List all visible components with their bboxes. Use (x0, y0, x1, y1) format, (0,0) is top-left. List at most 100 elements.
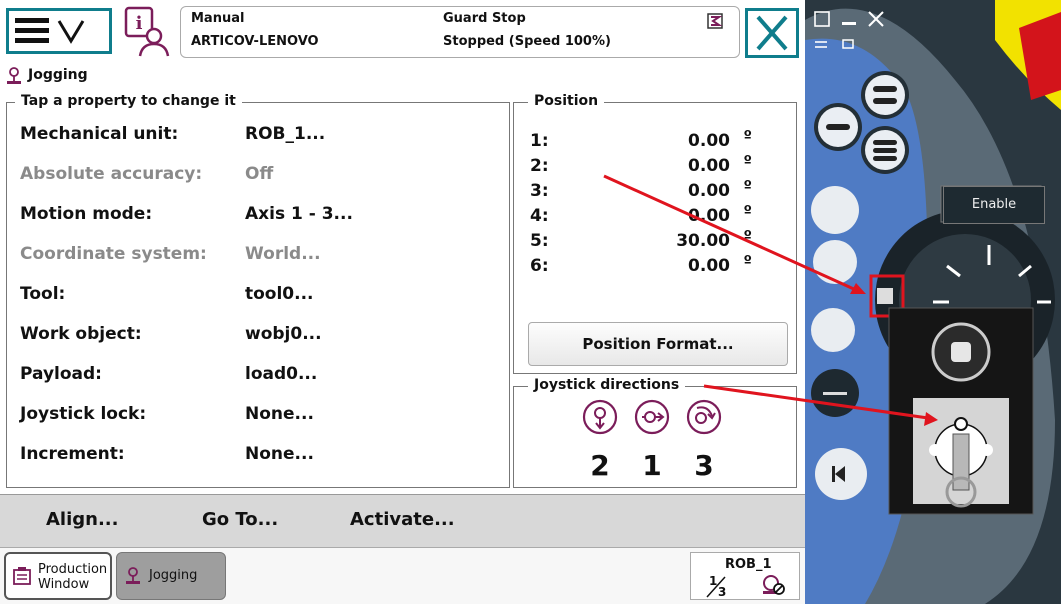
task-production-window[interactable]: Production Window (4, 552, 112, 600)
degree-unit: º (743, 252, 752, 270)
degree-unit: º (743, 177, 752, 195)
task-bar: Production Window Jogging ROB_1 1 3 (0, 547, 805, 604)
degree-unit: º (743, 152, 752, 170)
axis-value: 0.00 (688, 181, 730, 201)
close-icon (756, 15, 788, 51)
header-bar: i Manual ARTICOV-LENOVO Guard Stop Stopp… (0, 0, 805, 65)
event-log-icon[interactable]: i (124, 6, 172, 58)
axis-value: 0.00 (688, 156, 730, 176)
property-value: World... (245, 244, 321, 264)
property-value: Off (245, 164, 274, 184)
axis-position-row: 1: 0.00 º (530, 127, 770, 155)
task-label: Jogging (149, 568, 198, 583)
increment-none-icon (763, 575, 785, 595)
axis-position-row: 6: 0.00 º (530, 252, 770, 280)
degree-unit: º (743, 227, 752, 245)
flexpendant-screen: i Manual ARTICOV-LENOVO Guard Stop Stopp… (0, 0, 805, 604)
jogging-icon (7, 67, 21, 84)
align-button[interactable]: Align... (46, 509, 118, 530)
property-label: Tool: (20, 284, 66, 304)
property-tool[interactable]: Tool: tool0... (10, 280, 490, 310)
property-payload[interactable]: Payload: load0... (10, 360, 490, 390)
axis-group-fraction-icon: 1 3 (706, 574, 726, 599)
axis-position-row: 5: 30.00 º (530, 227, 770, 255)
axis-number: 4: (530, 206, 549, 226)
property-label: Absolute accuracy: (20, 164, 203, 184)
joystick-axis-label: 2 (590, 449, 610, 482)
axis-number: 6: (530, 256, 549, 276)
operating-mode: Manual (191, 11, 245, 26)
speed-icon (707, 13, 723, 29)
position-group-title: Position (528, 93, 605, 109)
position-group: Position 1: 0.00 º 2: 0.00 º 3: 0.00 º 4… (513, 93, 797, 374)
property-value: None... (245, 444, 314, 464)
property-value: None... (245, 404, 314, 424)
abb-menu-button[interactable] (6, 8, 112, 54)
activate-button[interactable]: Activate... (350, 509, 455, 530)
property-label: Increment: (20, 444, 125, 464)
property-label: Joystick lock: (20, 404, 147, 424)
joystick-axis-label: 3 (694, 449, 714, 482)
axis-value: 0.00 (688, 206, 730, 226)
menu-icon (15, 18, 85, 44)
property-label: Coordinate system: (20, 244, 207, 264)
degree-unit: º (743, 202, 752, 220)
axis-position-row: 2: 0.00 º (530, 152, 770, 180)
jogging-view: Tap a property to change it Mechanical u… (0, 88, 805, 494)
property-label: Motion mode: (20, 204, 153, 224)
property-label: Mechanical unit: (20, 124, 179, 144)
degree-unit: º (743, 127, 752, 145)
property-value: load0... (245, 364, 318, 384)
jogging-icon (126, 567, 140, 584)
properties-group-title: Tap a property to change it (15, 93, 242, 109)
svg-text:3: 3 (718, 585, 726, 599)
flexpendant-device: Enable (805, 0, 1061, 604)
axis-number: 2: (530, 156, 549, 176)
property-value: Axis 1 - 3... (245, 204, 353, 224)
property-motion-mode[interactable]: Motion mode: Axis 1 - 3... (10, 200, 490, 230)
joystick-leftright-icon (634, 399, 670, 435)
run-state: Stopped (Speed 100%) (443, 34, 611, 49)
svg-text:i: i (136, 13, 143, 34)
property-value: wobj0... (245, 324, 322, 344)
command-bar: Align... Go To... Activate... (0, 494, 805, 547)
axis-position-row: 4: 0.00 º (530, 202, 770, 230)
mechanical-unit-label: ROB_1 (725, 557, 772, 572)
property-increment[interactable]: Increment: None... (10, 440, 490, 470)
axis-number: 5: (530, 231, 549, 251)
joystick-rotate-icon (686, 399, 722, 435)
status-bar[interactable]: Manual ARTICOV-LENOVO Guard Stop Stopped… (180, 6, 740, 58)
axis-number: 1: (530, 131, 549, 151)
page-title: Jogging (28, 67, 88, 83)
property-work-object[interactable]: Work object: wobj0... (10, 320, 490, 350)
flexpendant-body-drawing (805, 0, 1061, 604)
quickset-button[interactable]: ROB_1 1 3 (690, 552, 800, 600)
axis-value: 30.00 (676, 231, 730, 251)
property-label: Payload: (20, 364, 102, 384)
task-label: Production Window (38, 562, 108, 592)
joystick-axis-label: 1 (642, 449, 662, 482)
axis-value: 0.00 (688, 256, 730, 276)
axis-position-row: 3: 0.00 º (530, 177, 770, 205)
property-value: ROB_1... (245, 124, 326, 144)
joystick-updown-icon (582, 399, 618, 435)
axis-value: 0.00 (688, 131, 730, 151)
controller-name: ARTICOV-LENOVO (191, 34, 319, 49)
app-title-bar: Jogging (0, 64, 805, 88)
goto-button[interactable]: Go To... (202, 509, 278, 530)
property-mechanical-unit[interactable]: Mechanical unit: ROB_1... (10, 120, 490, 150)
production-window-icon (13, 567, 31, 585)
joystick-directions-group: Joystick directions 2 1 3 (513, 377, 797, 488)
property-absolute-accuracy: Absolute accuracy: Off (10, 160, 490, 190)
joystick-group-title: Joystick directions (528, 377, 686, 393)
property-joystick-lock[interactable]: Joystick lock: None... (10, 400, 490, 430)
enable-label: Enable (943, 186, 1045, 224)
axis-number: 3: (530, 181, 549, 201)
close-button[interactable] (745, 8, 799, 58)
safety-state: Guard Stop (443, 11, 526, 26)
property-label: Work object: (20, 324, 142, 344)
property-coordinate-system: Coordinate system: World... (10, 240, 490, 270)
position-format-button[interactable]: Position Format... (528, 322, 788, 366)
task-jogging[interactable]: Jogging (116, 552, 226, 600)
property-value: tool0... (245, 284, 314, 304)
